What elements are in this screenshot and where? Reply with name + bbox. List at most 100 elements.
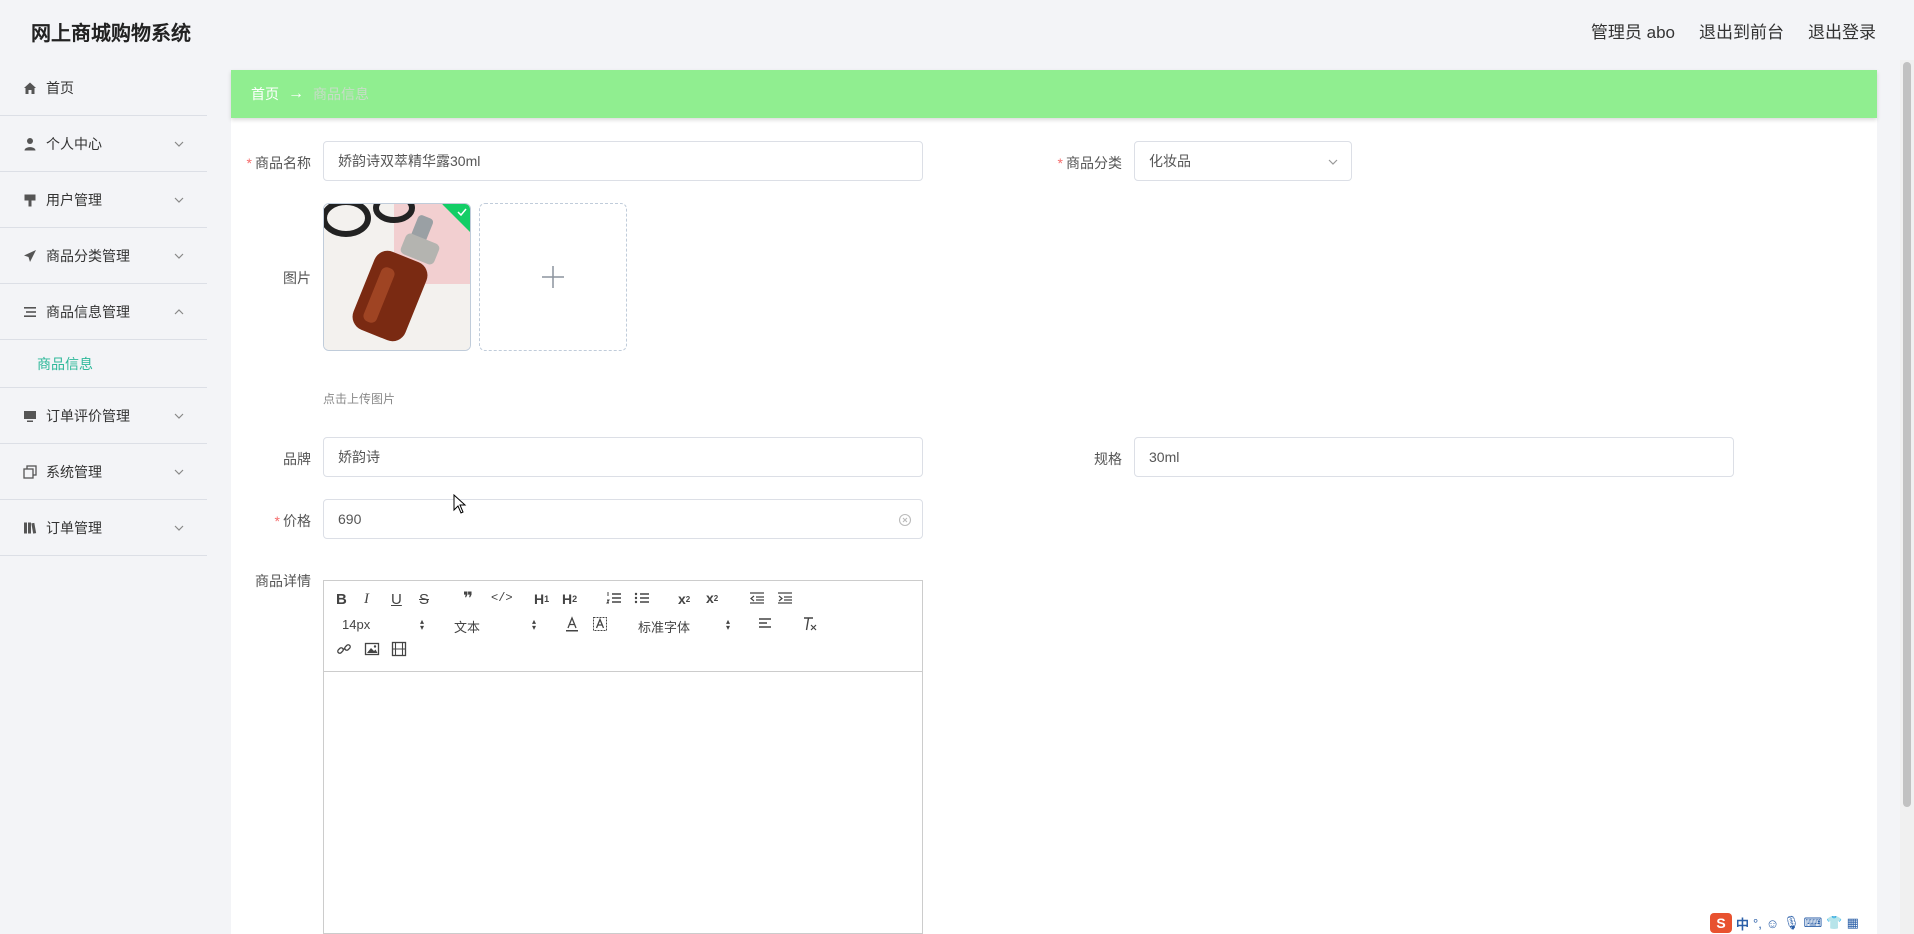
product-name-label: * 商品名称: [246, 155, 311, 171]
font-family-select[interactable]: 标准字体 ▴ ▾: [638, 617, 730, 636]
breadcrumb-home[interactable]: 首页: [251, 84, 279, 104]
plus-icon: [542, 266, 564, 288]
align-left-icon[interactable]: [758, 617, 774, 631]
punctuation-icon[interactable]: °,: [1753, 916, 1762, 931]
sidebar-item-personal-center[interactable]: 个人中心: [0, 116, 207, 172]
price-value: 690: [338, 511, 362, 527]
brand-input[interactable]: 娇韵诗: [323, 437, 923, 477]
sidebar-item-product-management[interactable]: 商品信息管理: [0, 284, 207, 340]
chevron-down-icon: [174, 253, 184, 259]
home-icon: [22, 80, 38, 96]
video-icon[interactable]: [391, 641, 407, 657]
breadcrumb: 首页 → 商品信息: [231, 70, 1877, 118]
chevron-down-icon: [174, 197, 184, 203]
emoji-icon[interactable]: ☺: [1766, 916, 1779, 931]
logout-link[interactable]: 退出登录: [1808, 18, 1876, 43]
chevron-up-icon: [174, 308, 184, 314]
italic-icon[interactable]: I: [364, 591, 369, 608]
ime-toolbar: S 中 °, ☺ 🎙 ⌨ 👕 ▦: [1710, 912, 1859, 934]
price-input[interactable]: 690: [323, 499, 923, 539]
clear-format-icon[interactable]: [802, 616, 818, 632]
sidebar-item-home[interactable]: 首页: [0, 60, 207, 116]
code-block-icon[interactable]: </>: [491, 591, 513, 605]
skin-icon[interactable]: 👕: [1826, 915, 1842, 931]
font-size-value: 14px: [342, 617, 371, 632]
background-color-icon[interactable]: [592, 616, 608, 632]
brush-icon: [22, 192, 38, 208]
sogou-logo-icon[interactable]: S: [1710, 913, 1732, 933]
mouse-cursor-icon: [453, 494, 467, 514]
underline-icon[interactable]: U: [391, 591, 402, 608]
brand-label: 品牌: [283, 451, 311, 467]
chevron-down-icon: [174, 413, 184, 419]
sidebar-item-user-management[interactable]: 用户管理: [0, 172, 207, 228]
outdent-icon[interactable]: [749, 591, 765, 605]
header-actions: 管理员 abo 退出到前台 退出登录: [1591, 18, 1876, 43]
copy-icon: [22, 464, 38, 480]
bold-icon[interactable]: B: [336, 591, 347, 608]
heading-select[interactable]: 文本 ▴ ▾: [454, 617, 536, 636]
heading-value: 文本: [454, 620, 481, 635]
font-size-select[interactable]: 14px ▴ ▾: [342, 617, 424, 633]
bullet-list-icon[interactable]: [634, 591, 650, 605]
image-icon[interactable]: [364, 641, 380, 657]
detail-label: 商品详情: [255, 573, 311, 589]
heading-2-icon[interactable]: H2: [562, 591, 577, 607]
select-arrows-icon: ▴ ▾: [531, 617, 536, 632]
product-name-input[interactable]: 娇韵诗双萃精华露30ml: [323, 141, 923, 181]
sidebar-subitem-product-info[interactable]: 商品信息: [0, 340, 207, 388]
indent-icon[interactable]: [777, 591, 793, 605]
breadcrumb-current: 商品信息: [313, 86, 369, 102]
sidebar-item-label: 商品分类管理: [46, 247, 130, 264]
strikethrough-icon[interactable]: S: [419, 591, 429, 608]
main-content: 首页 → 商品信息 * 商品名称 娇韵诗双萃精华露30ml * 商品分类 化妆品 图…: [231, 70, 1877, 934]
microphone-icon[interactable]: 🎙: [1783, 915, 1800, 931]
link-icon[interactable]: [336, 641, 352, 657]
heading-1-icon[interactable]: H1: [534, 591, 549, 607]
sidebar-item-review-management[interactable]: 订单评价管理: [0, 388, 207, 444]
sidebar-item-system-management[interactable]: 系统管理: [0, 444, 207, 500]
required-mark: *: [274, 513, 280, 529]
sidebar: 首页 个人中心 用户管理 商品分类管理 商品信息管理 商品信息 订单评价管理 系…: [0, 60, 207, 934]
scrollbar-thumb[interactable]: [1903, 62, 1911, 807]
sidebar-item-label: 订单管理: [46, 519, 102, 536]
send-icon: [22, 248, 38, 264]
list-icon: [22, 304, 38, 320]
top-header: 网上商城购物系统 管理员 abo 退出到前台 退出登录: [0, 0, 1914, 60]
product-photo: [324, 204, 470, 350]
superscript-icon[interactable]: x2: [706, 590, 718, 606]
monitor-icon: [22, 408, 38, 424]
editor-content-area[interactable]: [324, 672, 922, 934]
required-mark: *: [246, 155, 252, 171]
editor-toolbar: B I U S ❞ </> H1 H2 x2 x2 14px ▴ ▾ 文本 ▴ …: [324, 581, 922, 672]
select-arrows-icon: ▴ ▾: [725, 617, 730, 632]
uploaded-image-thumbnail[interactable]: [323, 203, 471, 351]
clear-icon[interactable]: [898, 513, 912, 527]
chevron-down-icon: [1328, 159, 1338, 165]
required-mark: *: [1057, 155, 1063, 171]
sidebar-item-category-management[interactable]: 商品分类管理: [0, 228, 207, 284]
sidebar-item-order-management[interactable]: 订单管理: [0, 500, 207, 556]
font-family-value: 标准字体: [638, 620, 691, 635]
product-category-select[interactable]: 化妆品: [1134, 141, 1352, 181]
books-icon: [22, 520, 38, 536]
keyboard-icon[interactable]: ⌨: [1804, 915, 1823, 931]
sidebar-item-label: 订单评价管理: [46, 407, 130, 424]
ime-language[interactable]: 中: [1736, 914, 1749, 933]
font-color-icon[interactable]: [564, 616, 580, 632]
sidebar-item-label: 首页: [46, 79, 74, 96]
page-scrollbar[interactable]: [1900, 60, 1914, 934]
blockquote-icon[interactable]: ❞: [463, 589, 473, 609]
spec-input[interactable]: 30ml: [1134, 437, 1734, 477]
ordered-list-icon[interactable]: [606, 591, 622, 605]
spec-label: 规格: [1094, 451, 1122, 467]
exit-to-front-link[interactable]: 退出到前台: [1699, 18, 1784, 43]
rich-text-editor: B I U S ❞ </> H1 H2 x2 x2 14px ▴ ▾ 文本 ▴ …: [323, 580, 923, 934]
category-value: 化妆品: [1149, 153, 1191, 169]
subscript-icon[interactable]: x2: [678, 591, 690, 607]
apps-grid-icon[interactable]: ▦: [1847, 915, 1859, 931]
price-label: * 价格: [274, 513, 311, 529]
chevron-down-icon: [174, 469, 184, 475]
upload-add-button[interactable]: [479, 203, 627, 351]
breadcrumb-separator: →: [288, 85, 304, 102]
